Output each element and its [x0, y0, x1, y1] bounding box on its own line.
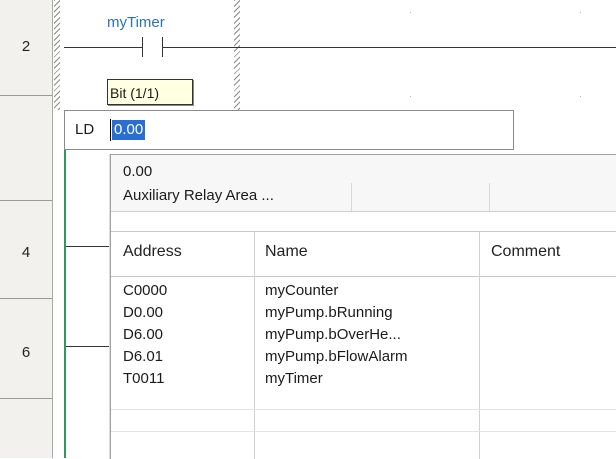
symbol-name: myCounter [265, 282, 339, 299]
symbol-address: T0011 [123, 370, 165, 387]
contact-variable-label[interactable]: myTimer [107, 14, 165, 31]
rung-number[interactable]: 2 [0, 38, 52, 55]
rung-number[interactable]: 4 [0, 244, 52, 261]
symbol-name: myPump.bFlowAlarm [265, 348, 408, 365]
grid-dot [580, 12, 581, 13]
symbol-address: C0000 [123, 282, 168, 299]
rung-separator [0, 95, 52, 96]
contact-left-bar [142, 37, 143, 57]
rung-wire [162, 47, 616, 48]
suggested-address-description: Auxiliary Relay Area ... [123, 187, 274, 204]
suggested-address-row[interactable]: 0.00 Auxiliary Relay Area ... [111, 155, 616, 212]
rung-wire [64, 47, 142, 48]
power-rail [64, 110, 66, 458]
rung-wire [64, 246, 110, 247]
rung-selection-hatch [54, 0, 60, 110]
rung-wire [64, 346, 110, 347]
instruction-editor[interactable]: LD 0.00 [64, 110, 514, 150]
autocomplete-dropdown[interactable]: 0.00 Auxiliary Relay Area ... Address Na… [110, 154, 616, 459]
rung-separator [0, 298, 52, 299]
rung-separator [0, 398, 52, 399]
grid-dot [410, 12, 411, 13]
symbol-address: D0.00 [123, 304, 164, 321]
bit-tooltip: Bit (1/1) [107, 79, 193, 105]
symbol-address: D6.00 [123, 326, 164, 343]
operand-input[interactable]: 0.00 [112, 120, 146, 140]
column-header-name[interactable]: Name [265, 243, 308, 261]
symbol-row[interactable]: D0.00 myPump.bRunning [111, 302, 616, 324]
grid-dot [580, 96, 581, 97]
rung-separator [0, 200, 52, 201]
column-header-comment[interactable]: Comment [491, 243, 560, 261]
symbol-name: myPump.bRunning [265, 304, 393, 321]
rung-number[interactable]: 6 [0, 344, 52, 361]
symbol-row[interactable]: C0000 myCounter [111, 280, 616, 302]
grid-dot [410, 96, 411, 97]
column-divider [489, 183, 490, 211]
symbol-row[interactable]: T0011 myTimer [111, 368, 616, 390]
suggested-address: 0.00 [123, 163, 153, 180]
symbol-name: myTimer [265, 370, 323, 387]
column-divider [351, 183, 352, 211]
column-header-address[interactable]: Address [123, 243, 182, 261]
text-caret [110, 119, 111, 141]
rung-number-gutter: 2 4 6 [0, 0, 53, 458]
symbol-address: D6.01 [123, 348, 164, 365]
symbol-table-header: Address Name Comment [111, 231, 616, 277]
instruction-mnemonic: LD [75, 121, 95, 138]
symbol-row[interactable]: D6.00 myPump.bOverHe... [111, 324, 616, 346]
rung-selection-hatch [234, 0, 240, 110]
row-separator [111, 431, 616, 432]
symbol-name: myPump.bOverHe... [265, 326, 401, 343]
symbol-row[interactable]: D6.01 myPump.bFlowAlarm [111, 346, 616, 368]
row-separator [111, 409, 616, 410]
